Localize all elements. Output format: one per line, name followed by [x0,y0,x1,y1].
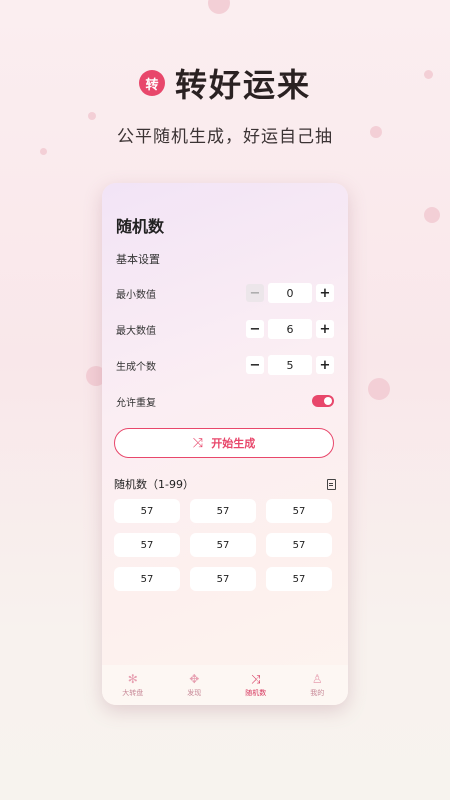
result-cell: 57 [266,533,332,557]
promo-header: 转 转好运来 公平随机生成，好运自己抽 [0,60,450,147]
result-cell: 57 [114,567,180,591]
increment-button[interactable]: + [316,356,334,374]
tab-wheel[interactable]: ✻ 大转盘 [105,671,160,698]
setting-row-min: 最小数值 − 0 + [116,282,334,304]
setting-label: 生成个数 [116,361,156,373]
setting-label: 最小数值 [116,289,156,301]
result-cell: 57 [114,499,180,523]
results-grid: 57 57 57 57 57 57 57 57 57 [114,499,332,591]
tab-label: 随机数 [245,688,267,697]
increment-button[interactable]: + [316,320,334,338]
decrement-button[interactable]: − [246,320,264,338]
title-row: 转 转好运来 [0,60,450,106]
promo-title: 转好运来 [174,66,311,104]
wheel-icon: ✻ [127,671,138,686]
decor-bubble [424,207,440,223]
shuffle-icon: ⤨ [192,435,204,451]
decor-bubble [208,0,230,14]
section-label: 基本设置 [116,253,160,266]
result-cell: 57 [190,499,256,523]
decor-bubble [368,378,390,400]
app-logo-icon: 转 [138,70,165,96]
tab-label: 大转盘 [122,688,144,697]
document-icon[interactable] [327,478,336,490]
results-header: 随机数（1-99） [114,476,336,492]
max-value-stepper: − 6 + [246,319,334,339]
promo-subtitle: 公平随机生成，好运自己抽 [117,127,333,147]
setting-row-count: 生成个数 − 5 + [116,354,334,376]
bottom-tab-bar: ✻ 大转盘 ✥ 发现 ⤨ 随机数 ♙ 我的 [102,665,348,705]
tab-mine[interactable]: ♙ 我的 [290,671,345,698]
min-value-stepper: − 0 + [246,283,334,303]
setting-label: 最大数值 [116,325,156,337]
result-cell: 57 [266,567,332,591]
setting-label: 允许重复 [116,397,156,409]
tab-label: 发现 [187,688,202,697]
toggle-knob [324,397,332,405]
result-cell: 57 [190,567,256,591]
allow-repeat-toggle[interactable] [312,395,334,407]
start-generate-label: 开始生成 [211,437,256,450]
decor-bubble [40,148,47,155]
count-stepper: − 5 + [246,355,334,375]
setting-row-repeat: 允许重复 [116,390,334,412]
result-cell: 57 [114,533,180,557]
page-title: 随机数 [116,217,165,236]
tab-discover[interactable]: ✥ 发现 [167,671,222,698]
increment-button[interactable]: + [316,284,334,302]
setting-row-max: 最大数值 − 6 + [116,318,334,340]
user-icon: ♙ [311,671,323,686]
start-generate-button[interactable]: ⤨ 开始生成 [114,428,334,458]
decrement-button[interactable]: − [246,284,264,302]
count-field[interactable]: 5 [268,355,312,375]
phone-mockup: 随机数 基本设置 最小数值 − 0 + 最大数值 − 6 + 生成个数 − 5 … [102,183,348,705]
tab-random-number[interactable]: ⤨ 随机数 [228,671,283,698]
result-cell: 57 [266,499,332,523]
min-value-field[interactable]: 0 [268,283,312,303]
result-cell: 57 [190,533,256,557]
results-title: 随机数（1-99） [114,478,194,491]
shuffle-icon: ⤨ [250,671,261,686]
max-value-field[interactable]: 6 [268,319,312,339]
discover-icon: ✥ [189,671,200,686]
decrement-button[interactable]: − [246,356,264,374]
tab-label: 我的 [310,688,325,697]
